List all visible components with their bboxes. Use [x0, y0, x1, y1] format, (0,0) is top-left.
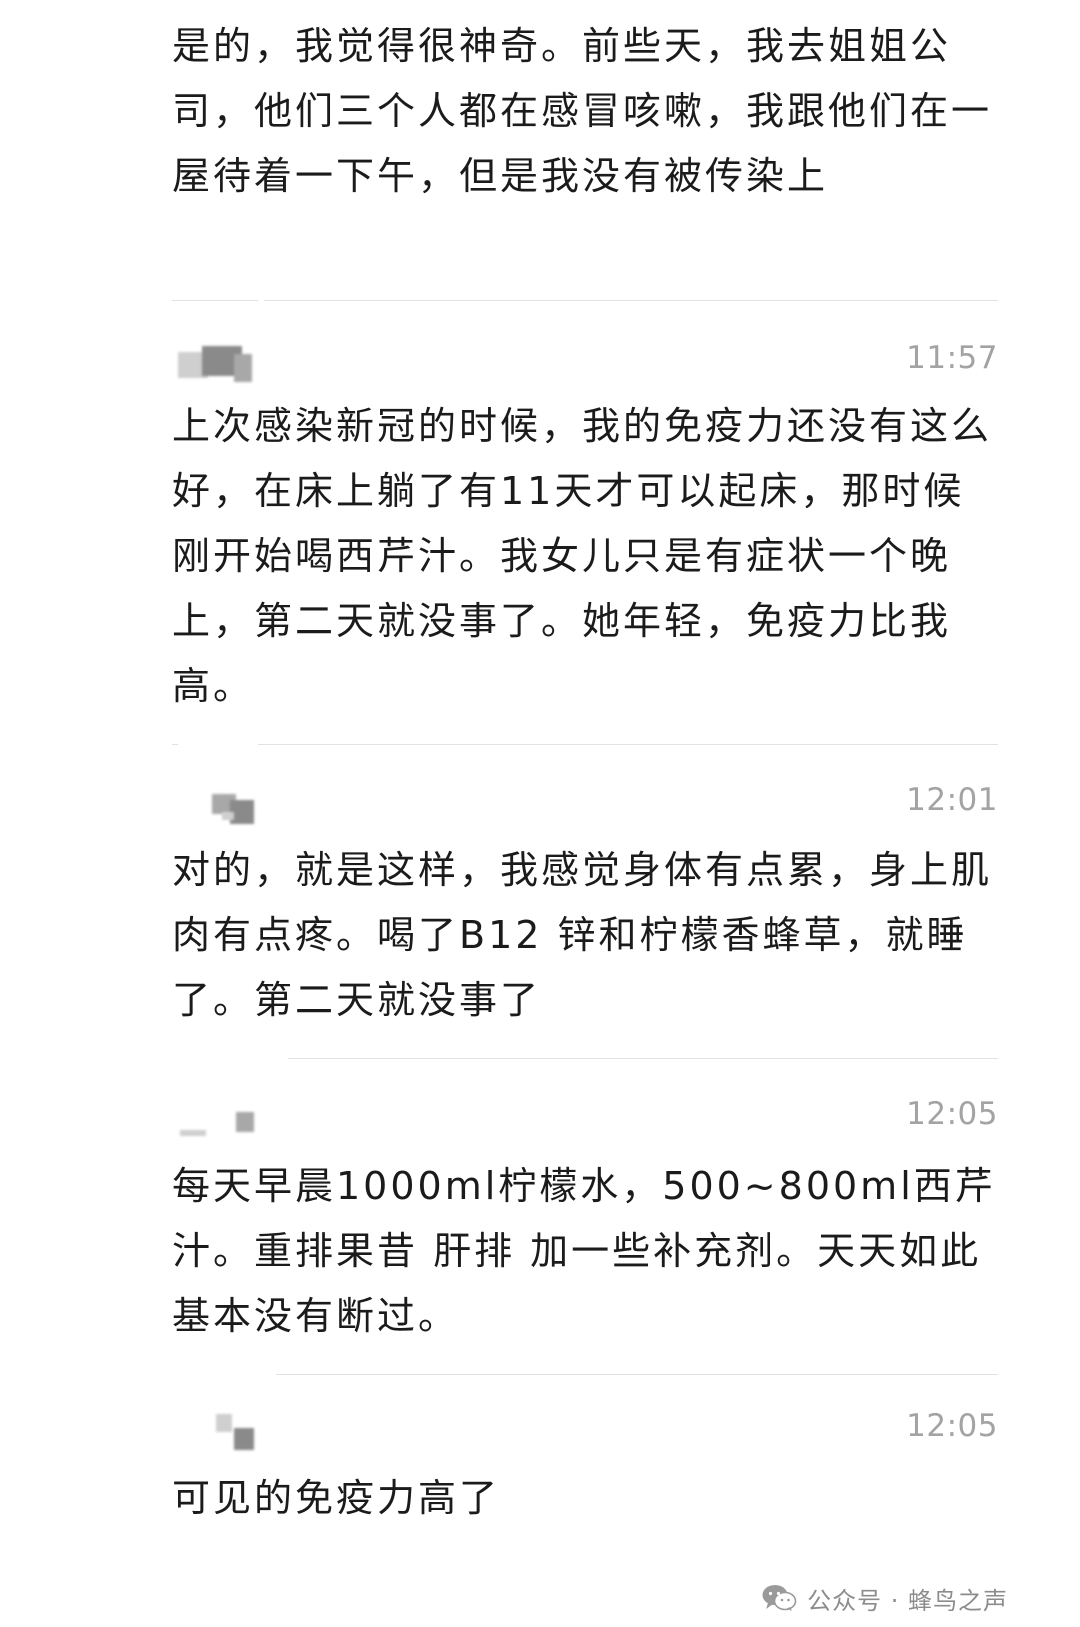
comment-text: 可见的免疫力高了: [172, 1476, 501, 1520]
divider: [172, 744, 998, 745]
comment-item: 是的，我觉得很神奇。前些天，我去姐姐公司，他们三个人都在感冒咳嗽，我跟他们在一屋…: [172, 14, 1002, 209]
username-blurred: [178, 784, 258, 824]
comment-item: 12:05 每天早晨1000ml柠檬水，500~800ml西芹汁。重排果昔 肝排…: [172, 1096, 1002, 1349]
comment-text: 上次感染新冠的时候，我的免疫力还没有这么好，在床上躺了有11天才可以起床，那时候…: [172, 404, 993, 708]
comment-item: 11:57 上次感染新冠的时候，我的免疫力还没有这么好，在床上躺了有11天才可以…: [172, 340, 1002, 719]
username-blurred: [178, 1098, 258, 1136]
watermark: 公众号 · 蜂鸟之声: [761, 1581, 1008, 1615]
divider: [288, 1058, 998, 1059]
comment-item: 12:01 对的，就是这样，我感觉身体有点累，身上肌肉有点疼。喝了B12 锌和柠…: [172, 782, 1002, 1033]
timestamp: 11:57: [906, 340, 998, 376]
divider: [276, 1374, 998, 1375]
comment-text: 每天早晨1000ml柠檬水，500~800ml西芹汁。重排果昔 肝排 加一些补充…: [172, 1164, 997, 1338]
divider: [172, 300, 998, 301]
timestamp: 12:05: [906, 1408, 998, 1444]
username-blurred: [178, 342, 258, 382]
comment-text: 对的，就是这样，我感觉身体有点累，身上肌肉有点疼。喝了B12 锌和柠檬香蜂草，就…: [172, 848, 993, 1022]
username-blurred: [178, 1410, 258, 1450]
watermark-text: 公众号 · 蜂鸟之声: [807, 1586, 1008, 1615]
timestamp: 12:01: [906, 782, 998, 818]
comment-item: 12:05 可见的免疫力高了: [172, 1408, 1002, 1531]
timestamp: 12:05: [906, 1096, 998, 1132]
comment-text: 是的，我觉得很神奇。前些天，我去姐姐公司，他们三个人都在感冒咳嗽，我跟他们在一屋…: [172, 24, 993, 198]
wechat-icon: [762, 1585, 797, 1611]
